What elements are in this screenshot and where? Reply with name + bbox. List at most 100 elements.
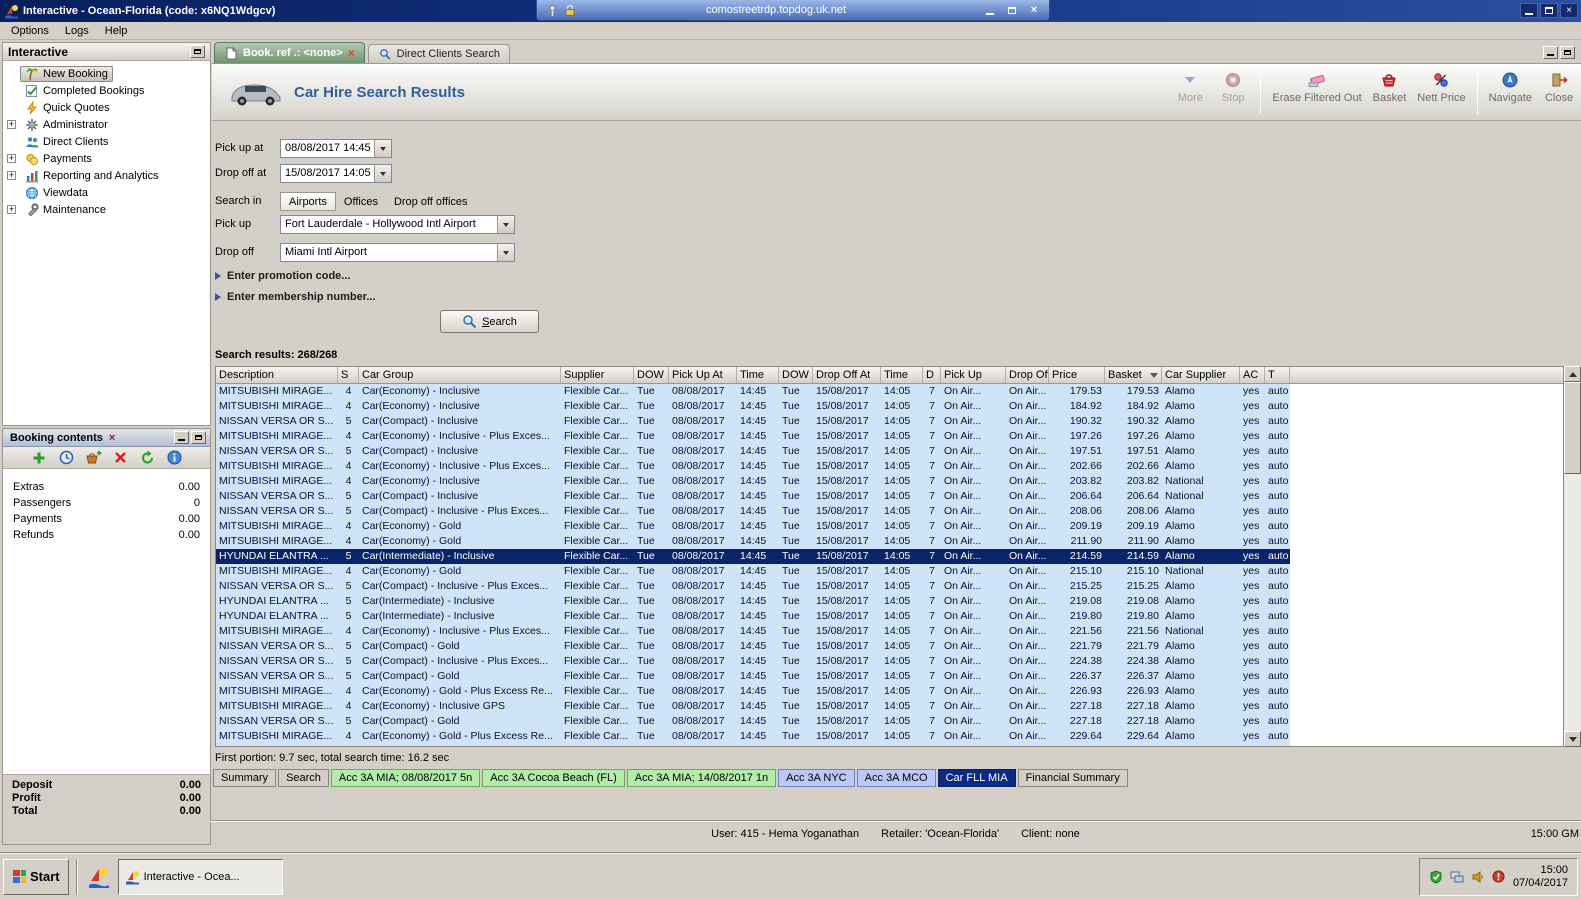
table-row[interactable]: MITSUBISHI MIRAGE...4Car(Economy) - Gold… — [216, 729, 1290, 744]
sidebar-item-viewdata[interactable]: Viewdata — [3, 184, 210, 201]
rdp-close-button[interactable]: × — [1027, 3, 1041, 17]
add-icon[interactable] — [31, 450, 48, 466]
column-header-d[interactable]: D — [923, 367, 941, 383]
close-button[interactable]: Close — [1543, 71, 1575, 104]
menu-options[interactable]: Options — [3, 24, 57, 38]
tab-acc-3a-mia-1[interactable]: Acc 3A MIA; 08/08/2017 5n — [331, 769, 480, 787]
column-header-pick-up[interactable]: Pick Up — [941, 367, 1006, 383]
tab-financial-summary[interactable]: Financial Summary — [1018, 769, 1128, 787]
scrollbar-thumb[interactable] — [1564, 382, 1581, 474]
table-row[interactable]: NISSAN VERSA OR S...5Car(Compact) - Incl… — [216, 579, 1290, 594]
table-row[interactable]: NISSAN VERSA OR S...5Car(Compact) - Incl… — [216, 444, 1290, 459]
column-header-price[interactable]: Price — [1049, 367, 1105, 383]
sidebar-item-reporting-analytics[interactable]: Reporting and Analytics — [3, 167, 210, 184]
add-to-basket-icon[interactable] — [85, 450, 102, 466]
delete-icon[interactable] — [112, 450, 129, 466]
column-header-dow[interactable]: DOW — [634, 367, 669, 383]
tab-acc-3a-mco[interactable]: Acc 3A MCO — [857, 769, 936, 787]
promotion-code-expander[interactable]: Enter promotion code... — [215, 270, 350, 282]
mdi-minimize-button[interactable] — [1543, 46, 1558, 59]
expand-toggle[interactable] — [7, 205, 16, 214]
table-row[interactable]: MITSUBISHI MIRAGE...4Car(Economy) - Incl… — [216, 399, 1290, 414]
table-row[interactable]: NISSAN VERSA OR S...5Car(Compact) - Incl… — [216, 489, 1290, 504]
chevron-down-icon[interactable] — [497, 216, 514, 233]
sidebar-item-completed-bookings[interactable]: Completed Bookings — [3, 82, 210, 99]
taskbar-task-interactive[interactable]: Interactive - Ocea... — [118, 859, 283, 895]
table-row[interactable]: MITSUBISHI MIRAGE...4Car(Economy) - Gold… — [216, 564, 1290, 579]
dropoff-at-combo[interactable]: 15/08/2017 14:05 — [280, 164, 392, 183]
chevron-down-icon[interactable] — [374, 165, 391, 182]
column-header-drop-off[interactable]: Drop Off — [1006, 367, 1049, 383]
table-row[interactable]: HYUNDAI ELANTRA ...5Car(Intermediate) - … — [216, 549, 1290, 564]
network-icon[interactable] — [1450, 870, 1464, 884]
column-header-time[interactable]: Time — [737, 367, 779, 383]
booking-panel-minimize-button[interactable] — [174, 431, 189, 444]
booking-contents-close-icon[interactable]: × — [109, 432, 115, 444]
segment-offices[interactable]: Offices — [336, 192, 386, 211]
tab-car-fll-mia[interactable]: Car FLL MIA — [938, 769, 1016, 787]
table-row[interactable]: MITSUBISHI MIRAGE...4Car(Economy) - Gold… — [216, 684, 1290, 699]
column-header-car-group[interactable]: Car Group — [359, 367, 561, 383]
column-header-dow[interactable]: DOW — [779, 367, 813, 383]
column-header-t[interactable]: T — [1265, 367, 1290, 383]
column-header-supplier[interactable]: Supplier — [561, 367, 634, 383]
tab-acc-3a-mia-2[interactable]: Acc 3A MIA; 14/08/2017 1n — [627, 769, 776, 787]
tab-acc-3a-nyc[interactable]: Acc 3A NYC — [778, 769, 855, 787]
panel-collapse-button[interactable] — [190, 45, 205, 58]
table-row[interactable]: HYUNDAI ELANTRA ...5Car(Intermediate) - … — [216, 609, 1290, 624]
table-row[interactable]: NISSAN VERSA OR S...5Car(Compact) - Gold… — [216, 639, 1290, 654]
table-row[interactable]: HYUNDAI ELANTRA ...5Car(Intermediate) - … — [216, 594, 1290, 609]
window-close-button[interactable]: × — [1560, 3, 1578, 18]
table-row[interactable]: NISSAN VERSA OR S...5Car(Compact) - Incl… — [216, 414, 1290, 429]
navigate-button[interactable]: Navigate — [1489, 71, 1532, 104]
pickup-combo[interactable]: Fort Lauderdale - Hollywood Intl Airport — [280, 215, 515, 234]
menu-logs[interactable]: Logs — [57, 24, 97, 38]
erase-filtered-out-button[interactable]: Erase Filtered Out — [1272, 71, 1361, 104]
window-minimize-button[interactable] — [1520, 3, 1538, 18]
tab-booking-ref[interactable]: Book. ref .: <none> × — [214, 42, 365, 63]
pin-icon[interactable] — [545, 3, 559, 17]
search-button[interactable]: Search — [440, 310, 539, 333]
expand-toggle[interactable] — [7, 171, 16, 180]
window-maximize-button[interactable] — [1540, 3, 1558, 18]
sidebar-item-quick-quotes[interactable]: Quick Quotes — [3, 99, 210, 116]
segment-dropoff-offices[interactable]: Drop off offices — [386, 192, 476, 211]
rdp-minimize-button[interactable] — [983, 3, 997, 17]
refresh-icon[interactable] — [139, 450, 156, 466]
table-row[interactable]: NISSAN VERSA OR S...5Car(Compact) - Incl… — [216, 504, 1290, 519]
dropoff-combo[interactable]: Miami Intl Airport — [280, 243, 515, 262]
tab-search[interactable]: Search — [278, 769, 329, 787]
column-header-pick-up-at[interactable]: Pick Up At — [669, 367, 737, 383]
table-row[interactable]: MITSUBISHI MIRAGE...4Car(Economy) - Gold… — [216, 744, 1290, 747]
table-row[interactable]: NISSAN VERSA OR S...5Car(Compact) - Gold… — [216, 669, 1290, 684]
start-button[interactable]: Start — [3, 859, 69, 895]
column-header-basket[interactable]: Basket — [1105, 367, 1162, 383]
table-row[interactable]: MITSUBISHI MIRAGE...4Car(Economy) - Incl… — [216, 384, 1290, 399]
tab-direct-clients-search[interactable]: Direct Clients Search — [368, 44, 510, 63]
nett-price-button[interactable]: Nett Price — [1417, 71, 1465, 104]
booking-panel-restore-button[interactable] — [191, 431, 206, 444]
sidebar-item-maintenance[interactable]: Maintenance — [3, 201, 210, 218]
column-header-s[interactable]: S — [338, 367, 359, 383]
security-shield-icon[interactable] — [1429, 870, 1443, 884]
table-row[interactable]: MITSUBISHI MIRAGE...4Car(Economy) - Incl… — [216, 699, 1290, 714]
chevron-down-icon[interactable] — [497, 244, 514, 261]
sidebar-item-direct-clients[interactable]: Direct Clients — [3, 133, 210, 150]
table-row[interactable]: NISSAN VERSA OR S...5Car(Compact) - Incl… — [216, 654, 1290, 669]
column-header-time[interactable]: Time — [881, 367, 923, 383]
scroll-down-icon[interactable] — [1564, 731, 1581, 747]
vertical-scrollbar[interactable] — [1564, 366, 1581, 747]
sidebar-item-administrator[interactable]: Administrator — [3, 116, 210, 133]
table-row[interactable]: MITSUBISHI MIRAGE...4Car(Economy) - Gold… — [216, 534, 1290, 549]
membership-number-expander[interactable]: Enter membership number... — [215, 291, 376, 303]
sidebar-item-payments[interactable]: Payments — [3, 150, 210, 167]
table-row[interactable]: MITSUBISHI MIRAGE...4Car(Economy) - Incl… — [216, 459, 1290, 474]
chevron-down-icon[interactable] — [374, 140, 391, 157]
table-row[interactable]: MITSUBISHI MIRAGE...4Car(Economy) - Incl… — [216, 429, 1290, 444]
table-row[interactable]: MITSUBISHI MIRAGE...4Car(Economy) - Incl… — [216, 474, 1290, 489]
segment-airports[interactable]: Airports — [280, 192, 336, 211]
quick-launch-app-icon[interactable] — [85, 862, 113, 892]
table-row[interactable]: MITSUBISHI MIRAGE...4Car(Economy) - Incl… — [216, 624, 1290, 639]
rdp-restore-button[interactable] — [1005, 3, 1019, 17]
sidebar-item-new-booking[interactable]: New Booking — [3, 65, 210, 82]
